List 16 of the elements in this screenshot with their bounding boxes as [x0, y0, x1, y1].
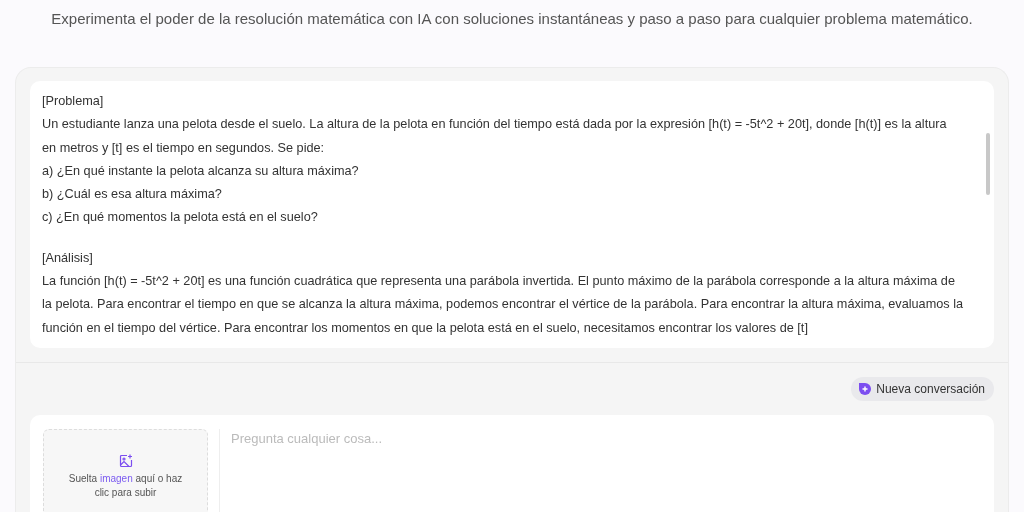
scrollbar-thumb[interactable] — [986, 133, 990, 195]
new-conversation-button[interactable]: Nueva conversación — [851, 377, 994, 401]
answer-text: a) ¿En qué instante la pelota alcanza su altura máxima? — [42, 162, 360, 180]
answer-text: c) ¿En qué momentos la pelota está en el suelo? — [42, 209, 319, 227]
section-heading: [Análisis] — [42, 249, 94, 267]
answer-text: b) ¿Cuál es esa altura máxima? — [42, 186, 223, 204]
upload-hint: Suelta imagen aquí o haz clic para subir — [67, 472, 184, 500]
subtitle: Experimenta el poder de la resolución matemática con IA con soluciones instantáneas y paso a paso para cualquier problema matemático. — [51, 10, 973, 27]
image-add-icon — [118, 454, 133, 468]
answer-text: La función [h(t) = -5t^2 + 20t] es una función cuadrática que representa una parábola invertida. El punto máximo de la parábola corresponde a la altura máxima de la pelota. Para encontrar el tiempo en que se alcanza la altura máxima, podemos encontrar el vértice de la parábola. Para encontrar la altura máxima, evaluamos la función en el tiempo del vértice. Para encontrar los momentos en que la pelota está en el suelo, necesitamos encontrar los valores de [t] — [42, 273, 964, 337]
question-box[interactable]: Suelta imagen aquí o haz clic para subir Pregunta cualquier cosa... — [30, 415, 994, 512]
question-input[interactable]: Pregunta cualquier cosa... — [231, 431, 981, 512]
chat-plus-icon — [859, 383, 872, 395]
image-dropzone[interactable]: Suelta imagen aquí o haz clic para subir — [43, 429, 208, 512]
answer-text: Un estudiante lanza una pelota desde el suelo. La altura de la pelota en función del tiempo está dada por la expresión [h(t) = -5t^2 + 20t], donde [h(t)] es la altura en metros y [t] es el tiempo en segundos. Se pide: — [42, 116, 948, 157]
section-heading: [Problema] — [42, 93, 105, 110]
